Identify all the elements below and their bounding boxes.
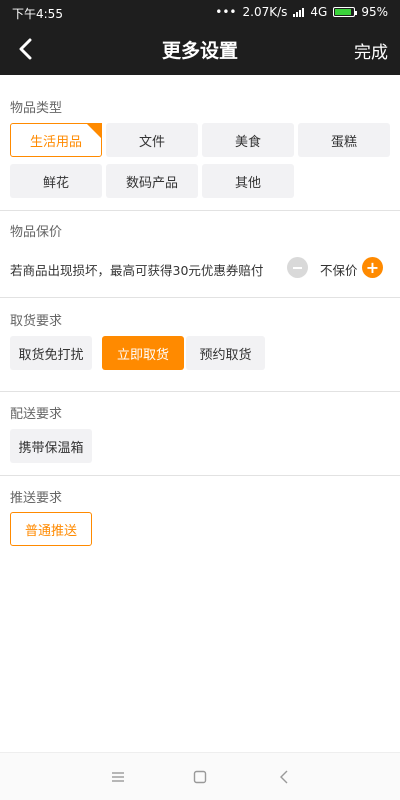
item-type-option-daily[interactable]: 生活用品 bbox=[10, 123, 102, 157]
pickup-option-label: 预约取货 bbox=[199, 347, 252, 363]
pickup-option-label: 立即取货 bbox=[116, 347, 169, 363]
push-option-normal[interactable]: 普通推送 bbox=[10, 512, 92, 546]
page-title: 更多设置 bbox=[161, 40, 238, 62]
item-type-option-flower[interactable]: 鲜花 bbox=[10, 164, 102, 198]
divider bbox=[0, 475, 400, 476]
status-network: 4G bbox=[310, 5, 328, 19]
pickup-option-scheduled[interactable]: 预约取货 bbox=[186, 336, 265, 370]
status-battery: 95% bbox=[361, 5, 388, 19]
minus-icon bbox=[293, 266, 302, 269]
item-type-option-food[interactable]: 美食 bbox=[202, 123, 294, 157]
home-button[interactable] bbox=[190, 767, 210, 787]
nav-bar: 更多设置 完成 bbox=[0, 24, 400, 75]
done-button[interactable]: 完成 bbox=[354, 38, 388, 63]
selected-corner-icon bbox=[86, 123, 102, 139]
insurance-description: 若商品出现损坏，最高可获得30元优惠券赔付 bbox=[10, 263, 264, 278]
status-right: ••• 2.07K/s 4G 95% bbox=[215, 5, 388, 19]
menu-icon bbox=[112, 772, 124, 782]
item-type-option-other[interactable]: 其他 bbox=[202, 164, 294, 198]
push-title: 推送要求 bbox=[10, 491, 63, 506]
item-type-title: 物品类型 bbox=[10, 101, 63, 116]
insurance-increase-button[interactable]: + bbox=[362, 257, 383, 278]
delivery-option-thermal-box[interactable]: 携带保温箱 bbox=[10, 429, 92, 463]
item-type-option-label: 美食 bbox=[234, 134, 261, 150]
item-type-option-label: 文件 bbox=[138, 134, 165, 150]
push-option-label: 普通推送 bbox=[24, 523, 77, 539]
pickup-option-no-disturb[interactable]: 取货免打扰 bbox=[10, 336, 92, 370]
system-nav-bar bbox=[0, 752, 400, 800]
status-bar: 下午4:55 ••• 2.07K/s 4G 95% bbox=[0, 0, 400, 24]
item-type-option-label: 生活用品 bbox=[29, 134, 82, 150]
divider bbox=[0, 297, 400, 298]
insurance-value: 不保价 bbox=[320, 263, 358, 278]
item-type-option-label: 其他 bbox=[234, 175, 261, 191]
item-type-option-label: 数码产品 bbox=[125, 175, 178, 191]
pickup-option-label: 取货免打扰 bbox=[18, 347, 84, 363]
status-speed: 2.07K/s bbox=[242, 5, 288, 19]
plus-icon: + bbox=[365, 257, 380, 277]
item-type-option-cake[interactable]: 蛋糕 bbox=[298, 123, 390, 157]
insurance-decrease-button[interactable] bbox=[287, 257, 308, 278]
home-icon bbox=[193, 770, 207, 784]
signal-icon bbox=[293, 7, 305, 17]
menu-button[interactable] bbox=[108, 767, 128, 787]
system-back-button[interactable] bbox=[274, 767, 294, 787]
item-type-option-document[interactable]: 文件 bbox=[106, 123, 198, 157]
item-type-option-label: 鲜花 bbox=[42, 175, 69, 191]
divider bbox=[0, 391, 400, 392]
status-time: 下午4:55 bbox=[12, 7, 63, 21]
divider bbox=[0, 210, 400, 211]
pickup-option-immediate[interactable]: 立即取货 bbox=[102, 336, 184, 370]
status-dots: ••• bbox=[215, 5, 237, 19]
top-bar: 下午4:55 ••• 2.07K/s 4G 95% 更多设置 完成 bbox=[0, 0, 400, 75]
back-icon bbox=[280, 770, 288, 784]
delivery-title: 配送要求 bbox=[10, 407, 63, 422]
insurance-title: 物品保价 bbox=[10, 225, 63, 240]
battery-icon bbox=[333, 7, 358, 17]
item-type-option-label: 蛋糕 bbox=[330, 134, 357, 150]
delivery-option-label: 携带保温箱 bbox=[18, 440, 84, 456]
item-type-option-digital[interactable]: 数码产品 bbox=[106, 164, 198, 198]
pickup-title: 取货要求 bbox=[10, 314, 63, 329]
